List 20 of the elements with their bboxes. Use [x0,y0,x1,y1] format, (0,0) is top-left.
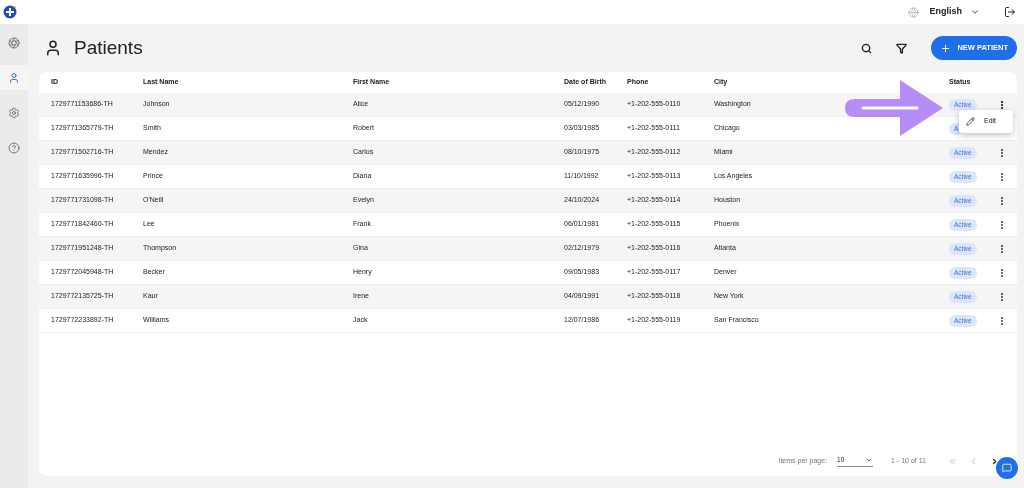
logout-button[interactable] [1004,6,1016,18]
chevron-down-icon [970,7,980,17]
aperture-icon [8,36,20,49]
search-button[interactable] [861,42,873,54]
next-page-button[interactable] [990,456,999,466]
plus-icon [940,42,952,54]
globe-icon [908,6,920,18]
language-select[interactable]: English [929,5,980,19]
page-title: Patients [74,35,143,60]
logo-icon [3,5,17,19]
help-icon [8,141,20,154]
user-icon [44,39,62,57]
user-icon [8,71,20,84]
pencil-icon [966,116,975,126]
dropdown-caret-icon [865,456,874,464]
settings-icon [8,106,20,119]
filter-button[interactable] [896,42,908,54]
sidebar-item[interactable] [0,65,28,90]
chat-icon [1002,463,1012,473]
chat-button[interactable] [996,457,1018,479]
